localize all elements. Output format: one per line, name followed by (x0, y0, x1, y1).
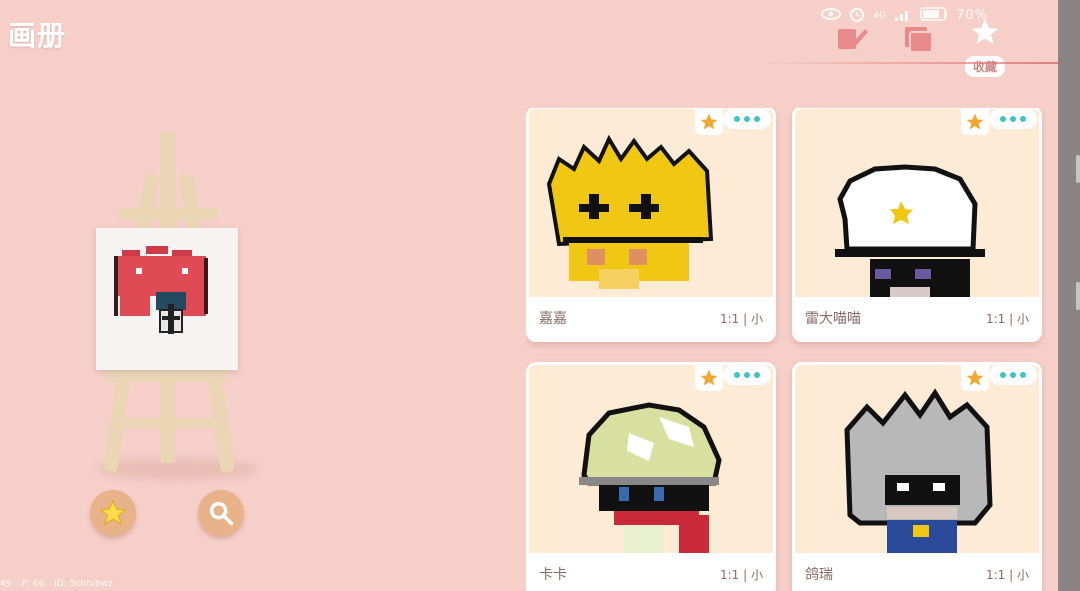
more-dot (734, 372, 740, 378)
artwork-meta: 1:1 | 小 (986, 311, 1029, 326)
search-button[interactable] (198, 490, 244, 536)
app-title: 画册 (8, 19, 67, 52)
easel-shadow (98, 458, 258, 480)
edit-pencil-icon[interactable] (832, 18, 872, 58)
pixel-art-thumbnail (546, 134, 714, 289)
more-options-button[interactable] (723, 365, 771, 385)
more-dot (754, 116, 760, 122)
artwork-name: 卡卡 (539, 567, 567, 583)
star-icon (98, 498, 128, 526)
more-dot (744, 116, 750, 122)
network-label: 4G (873, 10, 887, 21)
device-edge (1058, 0, 1080, 591)
easel-crossbar-bottom (110, 418, 220, 428)
debug-p: P: 66 (21, 579, 45, 589)
favorites-button[interactable] (90, 490, 136, 536)
tab-indicator (760, 62, 1080, 64)
more-options-button[interactable] (989, 365, 1037, 385)
card-footer: 嘉嘉 1:1 | 小 (529, 297, 773, 339)
easel-crossbar-ledge (106, 368, 226, 382)
artwork-meta: 1:1 | 小 (986, 567, 1029, 582)
debug-a: 49 (0, 579, 12, 589)
more-dot (754, 372, 760, 378)
more-dot (1010, 372, 1016, 378)
side-handle[interactable] (1076, 282, 1080, 310)
artwork-card[interactable]: 雷大喵喵 1:1 | 小 (792, 108, 1042, 342)
more-dot (1020, 116, 1026, 122)
artwork-name: 嘉嘉 (539, 311, 567, 327)
more-options-button[interactable] (723, 109, 771, 129)
favorite-toggle[interactable] (695, 109, 723, 135)
artwork-meta: 1:1 | 小 (720, 311, 763, 326)
card-footer: 卡卡 1:1 | 小 (529, 553, 773, 591)
more-dot (1020, 372, 1026, 378)
more-dot (1000, 372, 1006, 378)
easel-preview[interactable] (88, 128, 258, 488)
card-footer: 鸽瑞 1:1 | 小 (795, 553, 1039, 591)
easel-crossbar-top (118, 208, 218, 220)
more-options-button[interactable] (989, 109, 1037, 129)
debug-info: 49 P: 66 ID: 5chtvbwz (0, 579, 113, 589)
artwork-name: 雷大喵喵 (805, 311, 861, 327)
side-handle[interactable] (1076, 155, 1080, 183)
artwork-meta: 1:1 | 小 (720, 567, 763, 582)
canvas-artwork[interactable] (96, 228, 238, 370)
star-icon (966, 369, 984, 386)
image-gallery-icon[interactable] (898, 18, 938, 58)
artwork-card[interactable]: 卡卡 1:1 | 小 (526, 362, 776, 591)
more-dot (744, 372, 750, 378)
more-dot (734, 116, 740, 122)
tab-favorites[interactable]: 收藏 (960, 16, 1010, 77)
search-icon (209, 501, 234, 526)
more-dot (1010, 116, 1016, 122)
favorite-toggle[interactable] (695, 365, 723, 391)
star-icon (966, 113, 984, 130)
artwork-card[interactable]: 鸽瑞 1:1 | 小 (792, 362, 1042, 591)
gallery-grid[interactable]: 嘉嘉 1:1 | 小 雷大喵喵 1:1 | 小 卡卡 1:1 | 小 鸽瑞 1:… (526, 108, 1046, 591)
pixel-art-preview (114, 246, 208, 334)
star-icon (700, 113, 718, 130)
card-footer: 雷大喵喵 1:1 | 小 (795, 297, 1039, 339)
star-icon (700, 369, 718, 386)
favorite-toggle[interactable] (961, 109, 989, 135)
pixel-art-thumbnail (579, 402, 722, 555)
pixel-art-thumbnail (835, 164, 985, 301)
debug-id: ID: 5chtvbwz (54, 579, 113, 589)
star-icon (971, 18, 999, 44)
artwork-card[interactable]: 嘉嘉 1:1 | 小 (526, 108, 776, 342)
favorite-toggle[interactable] (961, 365, 989, 391)
tab-favorites-label: 收藏 (964, 56, 1005, 77)
artwork-name: 鸽瑞 (805, 567, 833, 583)
pixel-art-thumbnail (844, 388, 993, 558)
more-dot (1000, 116, 1006, 122)
